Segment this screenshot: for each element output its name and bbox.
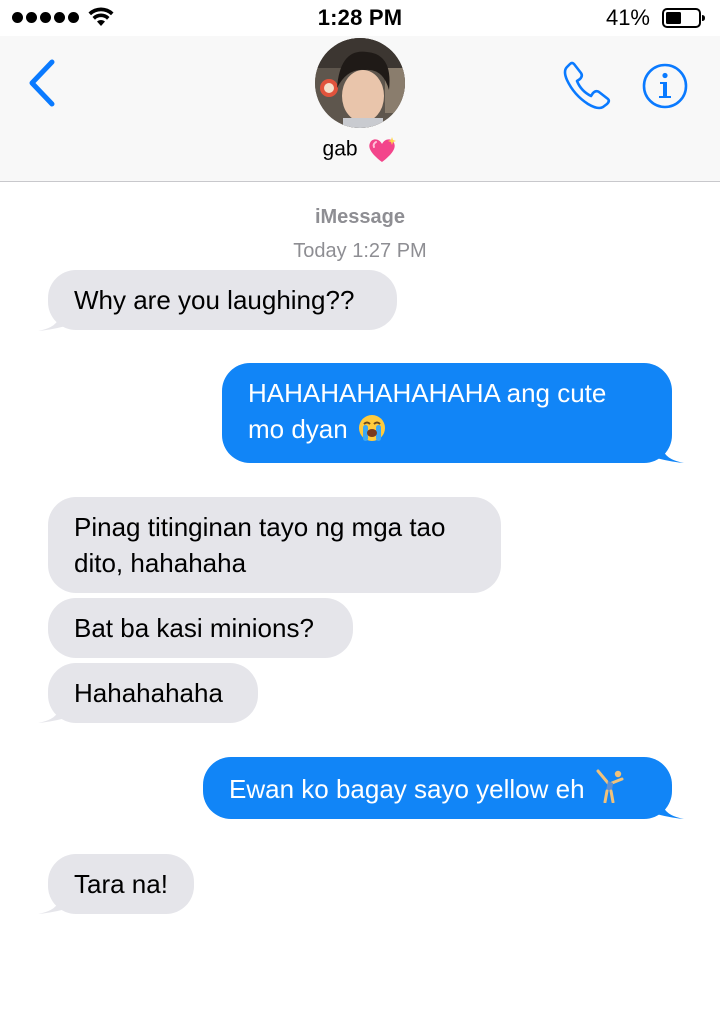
contact-name[interactable]: gab (0, 136, 720, 164)
phone-icon[interactable] (562, 60, 612, 110)
chevron-left-icon[interactable] (22, 58, 62, 108)
bubble-tail (656, 438, 684, 463)
loudly-crying-face-icon (358, 415, 385, 441)
status-bar: 1:28 PM 41% (0, 0, 720, 36)
battery-icon (662, 8, 705, 28)
sparkling-heart-icon (369, 137, 397, 162)
incoming-message[interactable]: Hahahahaha (48, 663, 258, 723)
conversation-header: gab (0, 36, 720, 182)
outgoing-message[interactable]: Ewan ko bagay sayo yellow eh (203, 757, 672, 819)
incoming-message[interactable]: Why are you laughing?? (48, 270, 397, 330)
bubble-tail (38, 698, 66, 723)
bubble-tail (38, 889, 66, 914)
bubble-tail (38, 306, 66, 331)
bubble-tail (656, 794, 684, 819)
outgoing-message[interactable]: HAHAHAHAHAHAHA ang cute mo dyan (222, 363, 672, 463)
info-icon[interactable] (642, 63, 688, 109)
incoming-message[interactable]: Tara na! (48, 854, 194, 914)
avatar[interactable] (315, 38, 405, 128)
incoming-message[interactable]: Bat ba kasi minions? (48, 598, 353, 658)
incoming-message[interactable]: Pinag titinginan tayo ng mga tao dito, h… (48, 497, 501, 593)
timestamp-label: Today 1:27 PM (293, 240, 427, 262)
service-label: iMessage (314, 206, 406, 228)
battery-percent: 41% (605, 5, 650, 30)
cartwheel-icon (596, 769, 624, 803)
